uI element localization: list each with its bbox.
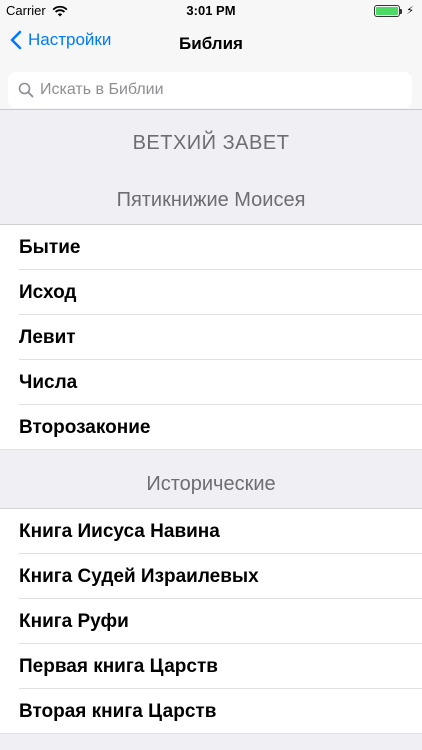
list-item[interactable]: Книга Иисуса Навина (0, 509, 422, 554)
book-list-historical: Книга Иисуса Навина Книга Судей Израилев… (0, 508, 422, 734)
list-item[interactable]: Вторая книга Царств (0, 689, 422, 734)
search-input[interactable] (40, 81, 400, 99)
screen: Carrier 3:01 PM ⚡ Настройки Библия Искат… (0, 0, 422, 750)
status-right: ⚡ (374, 4, 414, 17)
search-bar (0, 66, 422, 110)
list-item[interactable]: Второзаконие (0, 405, 422, 450)
status-time: 3:01 PM (186, 3, 236, 18)
list-item[interactable]: Книга Руфи (0, 599, 422, 644)
search-field[interactable] (8, 72, 412, 108)
book-list-pentateuch: Бытие Исход Левит Числа Второзаконие (0, 224, 422, 450)
battery-icon (374, 4, 403, 17)
navigation-bar: Настройки Библия (0, 22, 422, 66)
list-item[interactable]: Первая книга Царств (0, 644, 422, 689)
charging-bolt-icon: ⚡ (406, 5, 414, 17)
battery-cap (400, 8, 403, 14)
page-title: Библия (179, 34, 243, 53)
section-header-pentateuch: Пятикнижие Моисея (116, 188, 306, 211)
testament-header: ВЕТХИЙ ЗАВЕТ (132, 131, 290, 154)
section-header-historical: Исторические (146, 472, 276, 495)
list-item[interactable]: Исход (0, 270, 422, 315)
list-item[interactable]: Книга Судей Израилевых (0, 554, 422, 599)
battery-fill (376, 6, 399, 15)
list-item[interactable]: Числа (0, 360, 422, 405)
search-icon (18, 82, 34, 98)
list-item[interactable]: Бытие (0, 225, 422, 270)
list-item[interactable]: Левит (0, 315, 422, 360)
status-bar: Carrier 3:01 PM ⚡ (0, 0, 422, 22)
